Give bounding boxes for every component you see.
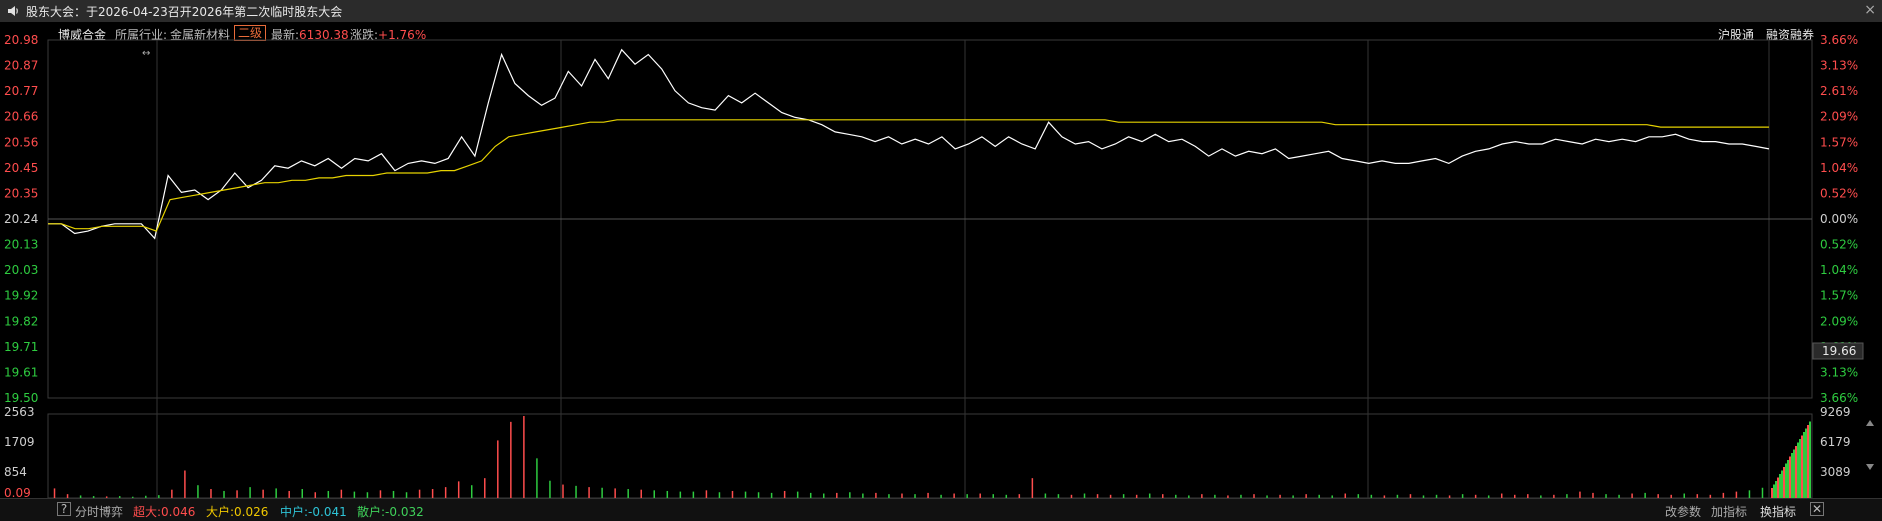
pct-tick-label: 1.04% — [1820, 161, 1858, 175]
large-value: 大户:0.026 — [206, 505, 269, 519]
switch-indicator-button[interactable]: 换指标 — [1760, 503, 1796, 520]
notice-text[interactable]: 股东大会：于2026-04-23召开2026年第二次临时股东大会 — [26, 3, 342, 20]
price-tick-label: 20.98 — [4, 33, 38, 47]
medium-value: 中户:-0.041 — [280, 505, 347, 519]
speaker-icon[interactable] — [6, 4, 20, 18]
pct-tick-label: 2.09% — [1820, 110, 1858, 124]
price-line — [48, 48, 1770, 240]
pct-tick-label: 2.61% — [1820, 84, 1858, 98]
volume-tick-label: 1709 — [4, 435, 35, 449]
price-tick-label: 19.50 — [4, 391, 38, 405]
pct-tick-label: 3.13% — [1820, 59, 1858, 73]
pct-tick-label: 2.09% — [1820, 314, 1858, 328]
pct-tick-label: 1.04% — [1820, 263, 1858, 277]
super-large-value: 超大:0.046 — [133, 505, 196, 519]
avg-price-line — [48, 119, 1769, 232]
pct-tick-label: 3.66% — [1820, 391, 1858, 405]
indicator-name[interactable]: 分时博弈 — [75, 503, 123, 520]
volume-tick-label: 2563 — [4, 405, 35, 419]
price-tick-label: 20.56 — [4, 135, 38, 149]
price-tick-label: 19.92 — [4, 289, 38, 303]
pct-tick-label: 3.13% — [1820, 365, 1858, 379]
price-lines — [48, 48, 1770, 240]
pct-tick-label: 0.00% — [1820, 212, 1858, 226]
price-tick-label: 20.87 — [4, 59, 38, 73]
price-tick-label: 19.82 — [4, 314, 38, 328]
help-icon[interactable]: ? — [57, 502, 71, 516]
indicator-bar: ? 分时博弈 超大:0.046 大户:0.026 中户:-0.041 散户:-0… — [0, 498, 1882, 521]
price-tick-label: 19.61 — [4, 365, 38, 379]
pct-tick-label: 1.57% — [1820, 135, 1858, 149]
price-tick-label: 20.35 — [4, 186, 38, 200]
drag-handle-icon[interactable]: ↔ — [142, 48, 150, 59]
price-tick-label: 20.13 — [4, 238, 38, 252]
notice-bar: 股东大会：于2026-04-23召开2026年第二次临时股东大会 × — [0, 0, 1882, 23]
close-icon[interactable]: × — [1864, 2, 1876, 18]
price-tick-label: 20.45 — [4, 161, 38, 175]
edit-params-button[interactable]: 改参数 — [1665, 503, 1701, 520]
pct-tick-label: 1.57% — [1820, 289, 1858, 303]
volume-tick-label: 854 — [4, 465, 27, 479]
pct-axis-right: 3.66% 3.13% 2.61% 2.09% 1.57% 1.04% 0.52% 0.00%… — [1812, 33, 1864, 405]
pct-tick-label: 0.52% — [1820, 186, 1858, 200]
chart-misc: ↔ — [142, 48, 1874, 470]
price-tag-label: 19.66 — [1822, 344, 1856, 358]
retail-value: 散户:-0.032 — [357, 505, 424, 519]
volume-bars — [53, 416, 1811, 498]
volume-panel-frame — [47, 413, 1813, 498]
chart-grid — [47, 39, 1813, 498]
volume-axis: 2563 1709 854 0.09 9269 6179 3089 — [4, 405, 1851, 498]
add-indicator-button[interactable]: 加指标 — [1711, 503, 1747, 520]
price-axis-left: 20.98 20.87 20.77 20.66 20.56 20.45 20.35 20.24… — [4, 33, 38, 405]
scroll-down-icon[interactable] — [1866, 464, 1874, 470]
price-tick-label: 19.71 — [4, 340, 38, 354]
price-tick-label: 20.03 — [4, 263, 38, 277]
volume-right-tick: 6179 — [1820, 435, 1851, 449]
pct-tick-label: 0.52% — [1820, 238, 1858, 252]
scroll-up-icon[interactable] — [1866, 420, 1874, 426]
price-tick-label: 20.24 — [4, 212, 38, 226]
volume-right-tick: 9269 — [1820, 405, 1851, 419]
price-tick-label: 20.66 — [4, 110, 38, 124]
pct-tick-label: 3.66% — [1820, 33, 1858, 47]
intraday-chart[interactable]: 20.98 20.87 20.77 20.66 20.56 20.45 20.35 20.24… — [0, 22, 1882, 498]
close-indicator-icon[interactable]: ✕ — [1810, 502, 1824, 516]
price-tick-label: 20.77 — [4, 84, 38, 98]
volume-right-tick: 3089 — [1820, 465, 1851, 479]
volume-tick-label: 0.09 — [4, 486, 31, 498]
